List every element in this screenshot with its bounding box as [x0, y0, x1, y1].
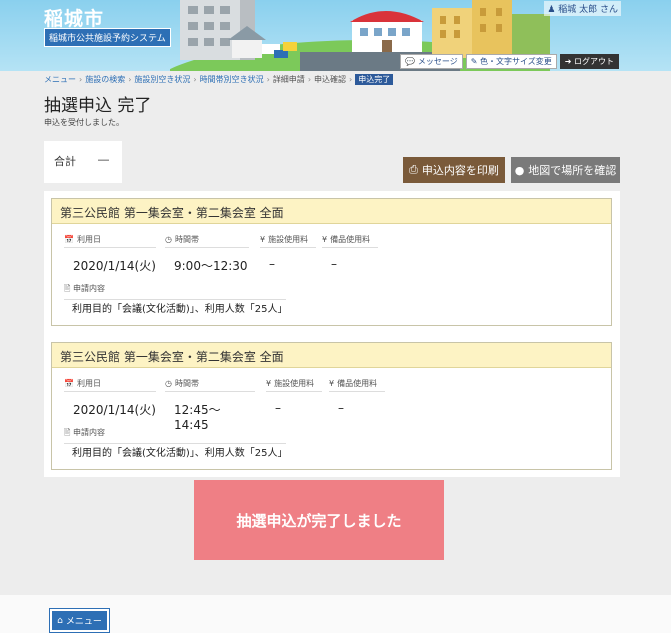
page-description: 申込を受付しました。 [44, 118, 124, 127]
header-buttons: 💬 メッセージ ✎ 色・文字サイズ変更 ➜ ログアウト [400, 54, 619, 69]
facility-fee-value: – [269, 257, 275, 271]
printer-icon: ⎙ [409, 163, 418, 176]
equipment-fee-label: ¥ 備品使用料 [329, 378, 385, 392]
facility-fee-label: ¥ 施設使用料 [266, 378, 322, 392]
home-icon: ⌂ [57, 615, 63, 626]
message-label: メッセージ [417, 57, 458, 66]
pencil-icon: ✎ [470, 57, 478, 66]
color-text-size-label: 色・文字サイズ変更 [479, 57, 552, 66]
date-label: 📅 利用日 [64, 378, 156, 392]
breadcrumb-confirmation: 申込確認 [314, 75, 347, 84]
facility-fee-column: ¥ 施設使用料 – [266, 378, 322, 415]
speech-bubble-icon: 💬 [405, 57, 416, 66]
map-label: 地図で場所を確認 [528, 164, 617, 177]
content-label-text: 申請内容 [72, 428, 105, 437]
breadcrumb-separator: › [193, 75, 197, 84]
map-pin-icon: ● [514, 163, 525, 177]
equipment-fee-value: – [331, 257, 337, 271]
total-label: 合計 [54, 155, 76, 168]
clock-icon: ◷ [165, 235, 172, 244]
document-icon: 🖹 [64, 428, 71, 437]
calendar-icon: 📅 [64, 235, 74, 244]
facility-name: 第三公民館 第一集会室・第二集会室 全面 [52, 199, 611, 224]
print-label: 申込内容を印刷 [421, 164, 499, 177]
document-icon: 🖹 [64, 284, 71, 293]
breadcrumb-separator: › [79, 75, 83, 84]
date-value: 2020/1/14(火) [73, 403, 156, 417]
message-button[interactable]: 💬 メッセージ [400, 54, 463, 69]
breadcrumb-separator: › [307, 75, 312, 84]
yen-icon: ¥ [260, 235, 266, 244]
print-button[interactable]: ⎙ 申込内容を印刷 [403, 157, 505, 183]
facility-fee-column: ¥ 施設使用料 – [260, 234, 316, 271]
calendar-icon: 📅 [64, 379, 74, 388]
breadcrumb-separator: › [349, 75, 353, 84]
user-name-label: 稲城 太郎 さん [558, 5, 618, 15]
time-label: ◷ 時間帯 [165, 234, 249, 248]
date-value: 2020/1/14(火) [73, 259, 156, 273]
map-button[interactable]: ● 地図で場所を確認 [511, 157, 620, 183]
facility-fee-label: ¥ 施設使用料 [260, 234, 316, 248]
time-label-text: 時間帯 [174, 235, 199, 244]
completion-message: 抽選申込が完了しました [194, 480, 444, 560]
breadcrumb-current: 申込完了 [355, 74, 394, 85]
content-label: 🖹 申請内容 [64, 283, 286, 300]
breadcrumb-facility-availability[interactable]: 施設別空き状況 [134, 74, 190, 85]
logout-label: ログアウト [574, 57, 614, 66]
content-label: 🖹 申請内容 [64, 427, 286, 444]
facility-fee-label-text: 施設使用料 [268, 235, 309, 244]
breadcrumb-detail-application: 詳細申請 [272, 75, 305, 84]
breadcrumb-separator: › [128, 75, 132, 84]
footer-menu-button[interactable]: ⌂ メニュー [49, 608, 110, 633]
yen-icon: ¥ [329, 379, 335, 388]
logout-button[interactable]: ➜ ログアウト [559, 54, 619, 69]
color-text-size-button[interactable]: ✎ 色・文字サイズ変更 [465, 54, 557, 69]
equipment-fee-label-text: 備品使用料 [330, 235, 371, 244]
content-value: 利用目的「会議(文化活動)」、利用人数「25人」 [72, 304, 288, 315]
reservation-card: 第三公民館 第一集会室・第二集会室 全面 📅 利用日 2020/1/14(火) ◷… [51, 198, 612, 326]
date-column: 📅 利用日 2020/1/14(火) [64, 378, 156, 418]
equipment-fee-label-text: 備品使用料 [337, 379, 378, 388]
facility-fee-value: – [275, 401, 281, 415]
date-label-text: 利用日 [76, 235, 101, 244]
user-name[interactable]: ♟ 稲城 太郎 さん [544, 1, 621, 16]
facility-name: 第三公民館 第一集会室・第二集会室 全面 [52, 343, 611, 368]
breadcrumb-time-availability[interactable]: 時間帯別空き状況 [200, 74, 264, 85]
time-column: ◷ 時間帯 12:45～14:45 [165, 378, 255, 432]
breadcrumb-menu[interactable]: メニュー [44, 74, 76, 85]
site-subtitle: 稲城市公共施設予約システム [44, 28, 171, 47]
footer-menu-label: メニュー [65, 617, 102, 627]
total-value: ― [98, 153, 109, 166]
equipment-fee-column: ¥ 備品使用料 – [329, 378, 385, 415]
reservation-panel: 第三公民館 第一集会室・第二集会室 全面 📅 利用日 2020/1/14(火) ◷… [44, 191, 620, 477]
breadcrumb: メニュー › 施設の検索 › 施設別空き状況 › 時間帯別空き状況 › 詳細申請 › 申込… [44, 74, 394, 85]
time-label: ◷ 時間帯 [165, 378, 255, 392]
reservation-card: 第三公民館 第一集会室・第二集会室 全面 📅 利用日 2020/1/14(火) ◷… [51, 342, 612, 470]
content-label-text: 申請内容 [72, 284, 105, 293]
breadcrumb-separator: › [266, 75, 270, 84]
site-header: 稲城市 稲城市公共施設予約システム ♟ 稲城 太郎 さん 💬 メッセージ ✎ 色… [0, 0, 671, 71]
time-label-text: 時間帯 [174, 379, 199, 388]
time-column: ◷ 時間帯 9:00～12:30 [165, 234, 249, 274]
date-label: 📅 利用日 [64, 234, 156, 248]
equipment-fee-column: ¥ 備品使用料 – [322, 234, 378, 271]
date-column: 📅 利用日 2020/1/14(火) [64, 234, 156, 274]
yen-icon: ¥ [322, 235, 328, 244]
equipment-fee-value: – [338, 401, 344, 415]
breadcrumb-facility-search[interactable]: 施設の検索 [85, 74, 125, 85]
yen-icon: ¥ [266, 379, 272, 388]
logout-icon: ➜ [564, 57, 572, 66]
clock-icon: ◷ [165, 379, 172, 388]
content-value: 利用目的「会議(文化活動)」、利用人数「25人」 [72, 448, 288, 459]
facility-fee-label-text: 施設使用料 [274, 379, 315, 388]
date-label-text: 利用日 [76, 379, 101, 388]
page-title: 抽選申込 完了 [44, 96, 152, 116]
site-title: 稲城市 [44, 8, 105, 30]
total-box: 合計 ― [44, 141, 122, 183]
time-value: 9:00～12:30 [174, 259, 248, 273]
equipment-fee-label: ¥ 備品使用料 [322, 234, 378, 248]
user-icon: ♟ [547, 5, 556, 15]
